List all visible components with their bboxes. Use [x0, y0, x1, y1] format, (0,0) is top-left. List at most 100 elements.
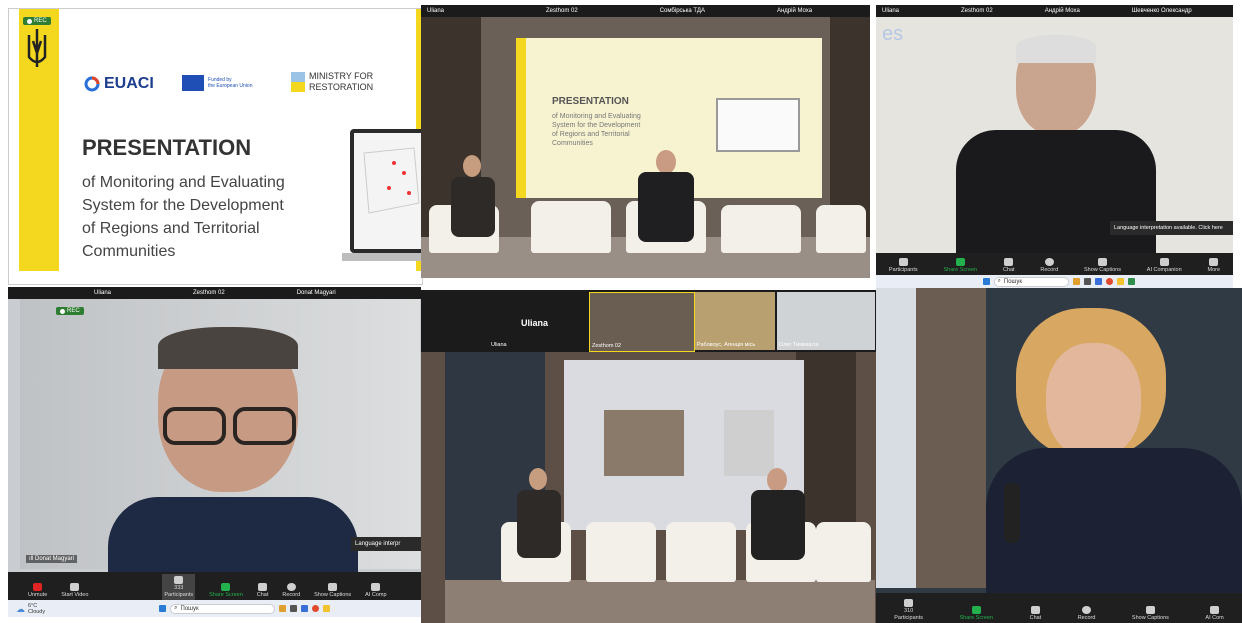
video-tile[interactable]: Олег Тимкешта	[777, 292, 875, 350]
chat-button[interactable]: Chat	[257, 583, 268, 600]
taskbar-search[interactable]: ⌕ Пошук	[170, 603, 276, 614]
windows-taskbar: ☁ 6°C Cloudy ⌕ Пошук	[8, 600, 421, 617]
meeting-toolbar: Unmute Start Video 333 Participants Share…	[8, 572, 421, 600]
speaker-panel-1: Uliana Zesthom 02 Андрій Моха Шевченко О…	[876, 5, 1233, 288]
weather-desc: Cloudy	[28, 608, 46, 615]
cloud-icon: ☁	[16, 603, 25, 614]
video-tile[interactable]: Zesthom 02	[589, 292, 695, 352]
record-button[interactable]: Record	[1040, 258, 1058, 275]
show-captions-button[interactable]: Show Captions	[1084, 258, 1121, 275]
participant-strip: Uliana Zesthom 02 Donat Magyari	[8, 287, 421, 299]
speaker-person	[743, 468, 813, 608]
language-interpretation-banner[interactable]: Language interpr	[351, 537, 421, 551]
chat-icon	[258, 583, 268, 591]
subtitle-line: of Monitoring and Evaluating	[82, 174, 285, 191]
folder-icon[interactable]	[323, 605, 331, 612]
chat-button[interactable]: Chat	[1003, 258, 1015, 275]
participants-icon	[174, 576, 184, 584]
taskbar-app-icon[interactable]	[1083, 278, 1091, 285]
participant-name: Андрій Моха	[1044, 8, 1080, 14]
microphone-icon	[1004, 483, 1020, 543]
taskbar-app-icon[interactable]	[301, 605, 309, 612]
slide-title: PRESENTATION	[82, 135, 252, 160]
conference-panel-2: Uliana Zesthom 02 Рабовоус, Агенція місь…	[421, 290, 876, 623]
screen-video	[724, 410, 774, 476]
windows-start-icon[interactable]	[159, 605, 167, 612]
trident-icon	[27, 29, 47, 67]
meeting-toolbar: Participants Share Screen Chat Record Sh…	[876, 253, 1233, 275]
share-screen-button[interactable]: Share Screen	[209, 583, 243, 600]
unmute-button[interactable]: Unmute	[28, 583, 47, 600]
participant-name: Donat Magyari	[296, 290, 336, 296]
share-screen-button[interactable]: Share Screen	[959, 606, 993, 623]
participant-strip: Uliana Zesthom 02 Сомбірська ТДА Андрій …	[421, 5, 870, 17]
taskbar-app-icon[interactable]	[1094, 278, 1102, 285]
glasses-icon	[158, 407, 298, 445]
slide-subtitle: of Monitoring and Evaluating System for …	[82, 171, 285, 263]
projected-title: PRESENTATION	[552, 96, 629, 107]
participant-name: Шевченко Олександр	[1131, 8, 1192, 14]
euaci-swirl-icon	[84, 76, 100, 92]
speaker-person	[626, 150, 706, 270]
ministry-text: MINISTRY FOR	[309, 71, 374, 81]
search-icon: ⌕	[174, 605, 178, 611]
taskbar-app-icon[interactable]	[279, 605, 287, 612]
ai-companion-button[interactable]: AI Companion	[1147, 258, 1182, 275]
ai-companion-button[interactable]: AI Comp	[365, 583, 387, 600]
more-button[interactable]: More	[1207, 258, 1220, 275]
language-interpretation-banner[interactable]: Language interpretation available. Click…	[1110, 221, 1233, 235]
record-icon	[1082, 606, 1092, 614]
start-video-button[interactable]: Start Video	[61, 583, 88, 600]
meeting-toolbar: 310 Participants Share Screen Chat Record…	[876, 593, 1242, 623]
windows-start-icon[interactable]	[982, 278, 990, 285]
weather-widget[interactable]: ☁ 6°C Cloudy	[16, 603, 45, 615]
participant-name: Zesthom 02	[961, 8, 993, 14]
record-button[interactable]: Record	[282, 583, 300, 600]
speaker-person	[108, 327, 358, 577]
search-icon: ⌕	[997, 278, 1001, 284]
taskbar-app-icon[interactable]	[1127, 278, 1135, 285]
ai-companion-icon	[1159, 258, 1169, 266]
share-screen-icon	[221, 583, 231, 591]
participant-name: Zesthom 02	[546, 8, 578, 14]
participants-button[interactable]: 310 Participants	[894, 599, 923, 623]
chair	[586, 522, 656, 582]
zoom-top-strip: Uliana Zesthom 02 Рабовоус, Агенція місь…	[421, 290, 876, 352]
ai-companion-button[interactable]: AI Com	[1205, 606, 1224, 623]
video-tile[interactable]: Рабовоус, Агенція місь	[695, 292, 775, 350]
record-button[interactable]: Record	[1078, 606, 1095, 623]
taskbar-search[interactable]: ⌕ Пошук	[993, 276, 1069, 287]
ai-companion-icon	[371, 583, 381, 591]
subtitle-line: of Regions and Territorial	[82, 220, 260, 237]
taskbar-app-icon[interactable]	[1072, 278, 1080, 285]
participants-button[interactable]: 333 Participants	[162, 574, 196, 600]
background-wall	[916, 288, 986, 588]
ministry-logo: MINISTRY FOR RESTORATION	[291, 71, 373, 93]
ministry-flag-icon	[291, 72, 305, 92]
chrome-icon[interactable]	[1105, 278, 1113, 285]
show-captions-button[interactable]: Show Captions	[314, 583, 351, 600]
background-curtain	[876, 288, 916, 588]
speaker-name-tag: ıll Donat Magyari	[26, 555, 78, 563]
projected-sub: of Monitoring and Evaluating	[552, 113, 641, 120]
rec-indicator: REC	[56, 307, 84, 315]
participant-name: Uliana	[882, 8, 900, 14]
speaker-panel-2: Uliana Zesthom 02 Donat Magyari REC ıll …	[8, 287, 421, 617]
speaker-person	[511, 468, 571, 608]
restoration-text: RESTORATION	[309, 82, 374, 92]
participants-button[interactable]: Participants	[889, 258, 918, 275]
conference-panel-1: Uliana Zesthom 02 Сомбірська ТДА Андрій …	[421, 5, 870, 278]
speaker-person	[443, 155, 503, 265]
share-screen-button[interactable]: Share Screen	[943, 258, 977, 275]
show-captions-button[interactable]: Show Captions	[1132, 606, 1169, 623]
folder-icon[interactable]	[1116, 278, 1124, 285]
record-icon	[1044, 258, 1054, 266]
windows-taskbar: ⌕ Пошук	[876, 275, 1233, 288]
participants-icon	[898, 258, 908, 266]
chair	[816, 522, 871, 582]
taskbar-app-icon[interactable]	[290, 605, 298, 612]
chat-button[interactable]: Chat	[1030, 606, 1041, 623]
rec-indicator: REC	[23, 17, 51, 25]
projected-sub: Communities	[552, 140, 593, 147]
chrome-icon[interactable]	[312, 605, 320, 612]
